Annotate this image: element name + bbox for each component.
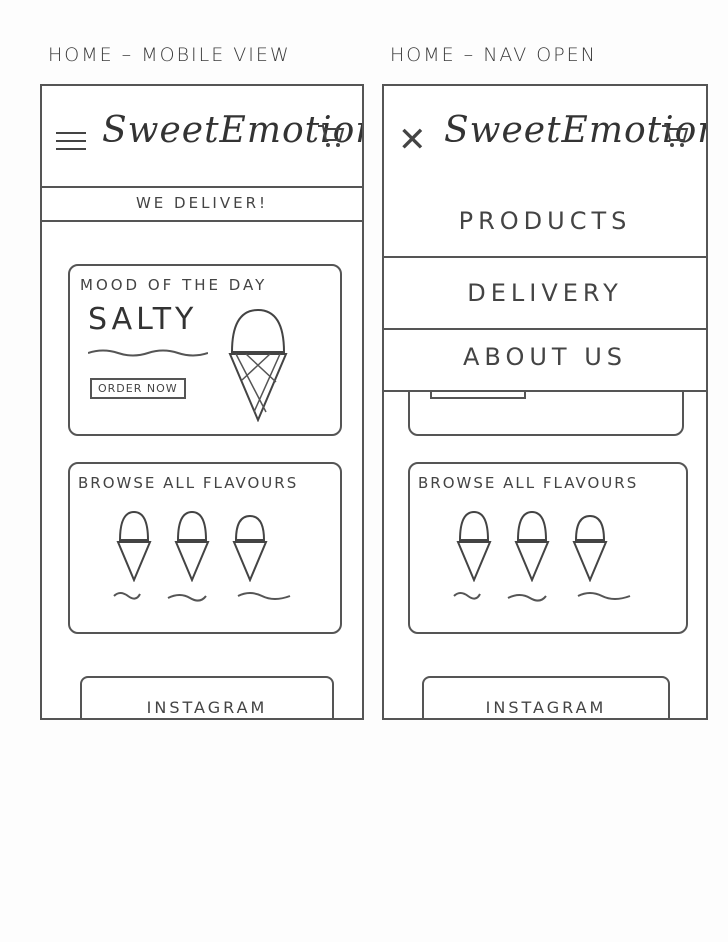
text-placeholder-squiggle [88,349,208,357]
ice-cream-cone-icon [174,510,210,582]
ice-cream-cone-icon [232,514,268,582]
flavour-name-placeholders [113,592,291,602]
mood-of-the-day-card: MOOD OF THE DAY SALTY ORDER NOW [68,264,342,436]
hamburger-icon[interactable] [56,126,86,156]
instagram-section[interactable]: INSTAGRAM [80,676,334,718]
delivery-banner[interactable]: WE DELIVER! [42,186,362,222]
mood-flavour: SALTY [88,302,198,337]
order-now-button[interactable]: ORDER NOW [90,378,186,399]
cart-icon[interactable] [660,120,690,150]
close-icon[interactable]: ✕ [398,120,427,160]
header: SweetEmotion [42,86,362,188]
ice-cream-cone-icon [514,510,550,582]
ice-cream-cone-icon [116,510,152,582]
browse-flavours-card[interactable]: BROWSE ALL FLAVOURS [68,462,342,634]
right-sketch-title: HOME – NAV OPEN [390,44,597,66]
flavour-name-placeholders [453,592,631,602]
browse-heading: BROWSE ALL FLAVOURS [78,474,299,492]
browse-flavours-card[interactable]: BROWSE ALL FLAVOURS [408,462,688,634]
ice-cream-cone-icon [572,514,608,582]
nav-menu: PRODUCTS DELIVERY ABOUT US [384,186,706,392]
nav-item-products[interactable]: PRODUCTS [384,186,706,258]
browse-heading: BROWSE ALL FLAVOURS [418,474,639,492]
instagram-section[interactable]: INSTAGRAM [422,676,670,718]
header: ✕ SweetEmotion [384,86,706,188]
ice-cream-cone-icon [228,308,288,422]
cart-icon[interactable] [316,120,346,150]
nav-item-about-us[interactable]: ABOUT US [384,330,706,392]
ice-cream-cone-icon [456,510,492,582]
mobile-frame-nav-open: ✕ SweetEmotion ORDER NOW BROWSE ALL FLAV… [382,84,708,720]
left-sketch-title: HOME – MOBILE VIEW [48,44,291,66]
mobile-frame-home: SweetEmotion WE DELIVER! MOOD OF THE DAY… [40,84,364,720]
nav-item-delivery[interactable]: DELIVERY [384,258,706,330]
mood-heading: MOOD OF THE DAY [80,276,268,294]
